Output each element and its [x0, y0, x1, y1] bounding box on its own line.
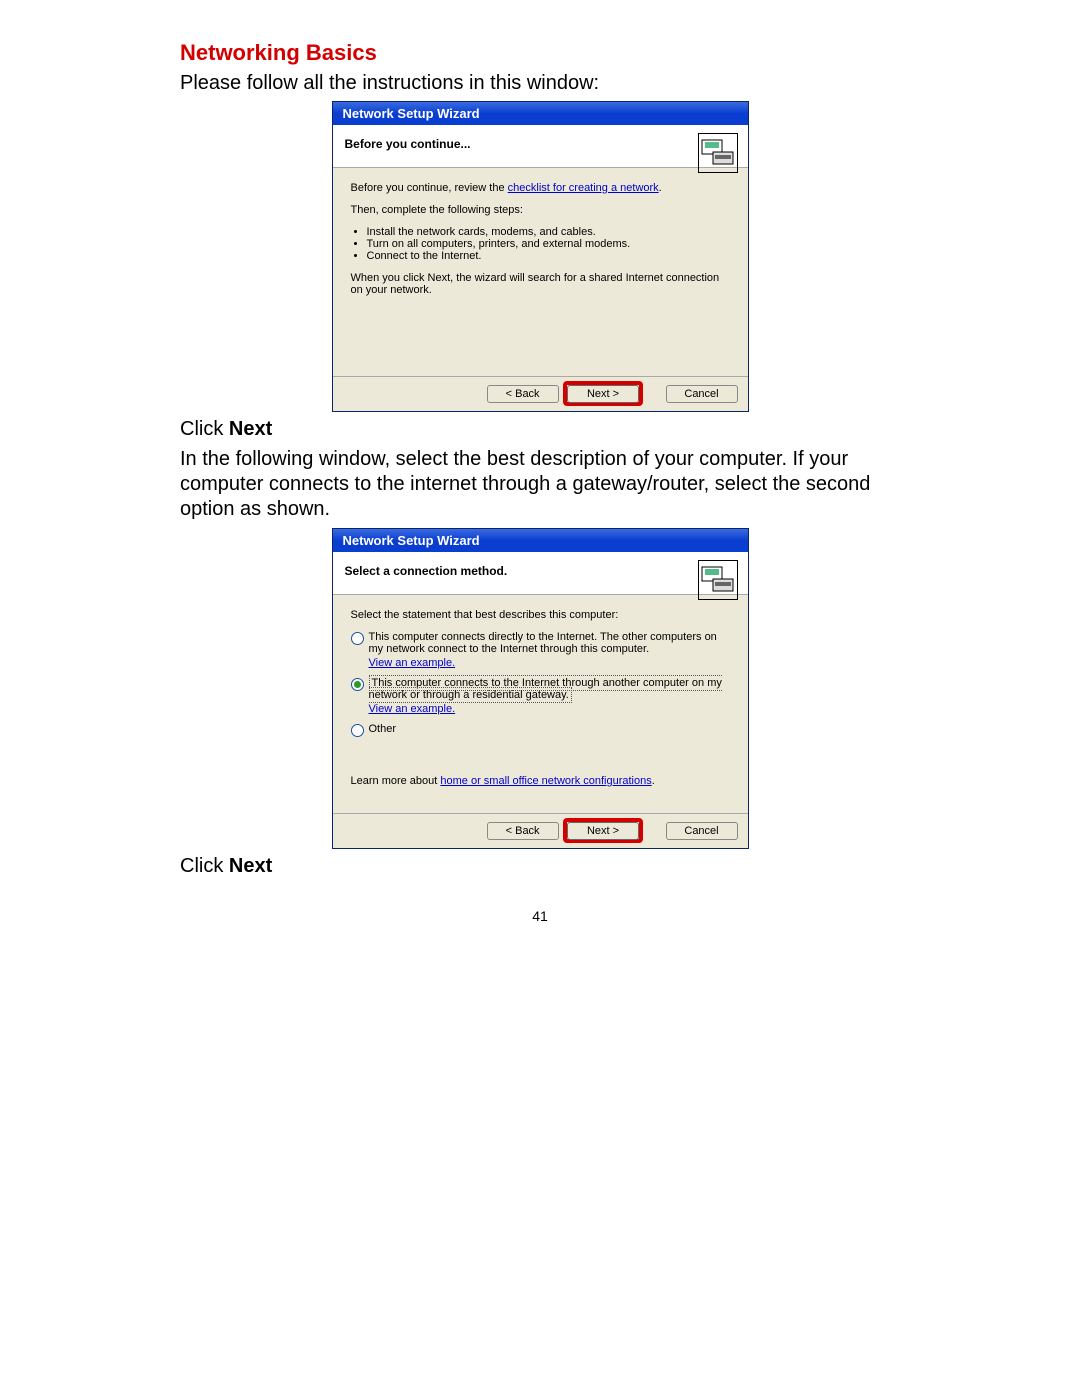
wizard-header-title: Select a connection method.: [345, 564, 508, 578]
review-prefix: Before you continue, review the: [351, 182, 508, 194]
cancel-button[interactable]: Cancel: [666, 385, 738, 403]
list-item: Connect to the Internet.: [367, 250, 730, 262]
next-note: When you click Next, the wizard will sea…: [351, 272, 730, 296]
titlebar: Network Setup Wizard: [333, 102, 748, 125]
document-page: Networking Basics Please follow all the …: [0, 0, 1080, 964]
wizard-header: Select a connection method.: [333, 552, 748, 595]
next-button[interactable]: Next >: [567, 385, 639, 403]
click-next-prefix: Click: [180, 855, 229, 877]
view-example-link[interactable]: View an example.: [369, 703, 730, 715]
next-button-highlight: Next >: [563, 818, 643, 843]
radio-label: Other: [369, 723, 397, 735]
intro-text: Please follow all the instructions in th…: [180, 72, 900, 95]
printer-network-icon: [698, 133, 738, 173]
section-title: Networking Basics: [180, 40, 900, 66]
wizard-header-title: Before you continue...: [345, 137, 471, 151]
radio-option-gateway[interactable]: This computer connects to the Internet t…: [351, 677, 730, 701]
description-block: In the following window, select the best…: [180, 447, 900, 522]
page-number: 41: [180, 908, 900, 924]
radio-option-other[interactable]: Other: [351, 723, 730, 735]
learn-suffix: .: [652, 775, 655, 787]
wizard-footer: < Back Next > Cancel: [333, 813, 748, 848]
click-next-bold: Next: [229, 418, 272, 440]
view-example-link[interactable]: View an example.: [369, 657, 730, 669]
next-button-highlight: Next >: [563, 381, 643, 406]
wizard-footer: < Back Next > Cancel: [333, 376, 748, 411]
learn-prefix: Learn more about: [351, 775, 441, 787]
click-next-2: Click Next: [180, 855, 900, 878]
wizard-header: Before you continue...: [333, 125, 748, 168]
select-statement: Select the statement that best describes…: [351, 609, 730, 621]
list-item: Install the network cards, modems, and c…: [367, 226, 730, 238]
then-line: Then, complete the following steps:: [351, 204, 730, 216]
wizard-content: Select the statement that best describes…: [333, 595, 748, 813]
cancel-button[interactable]: Cancel: [666, 822, 738, 840]
opt2-text-2: a residential gateway.: [463, 689, 569, 701]
list-item: Turn on all computers, printers, and ext…: [367, 238, 730, 250]
wizard-content: Before you continue, review the checklis…: [333, 168, 748, 376]
radio-option-direct[interactable]: This computer connects directly to the I…: [351, 631, 730, 655]
wizard-window-2: Network Setup Wizard Select a connection…: [332, 528, 749, 849]
back-button[interactable]: < Back: [487, 385, 559, 403]
back-button[interactable]: < Back: [487, 822, 559, 840]
wizard-window-1: Network Setup Wizard Before you continue…: [332, 101, 749, 412]
radio-label-focused: This computer connects to the Internet t…: [369, 675, 722, 703]
radio-icon: [351, 632, 364, 645]
learn-more-link[interactable]: home or small office network configurati…: [440, 775, 651, 787]
printer-network-icon: [698, 560, 738, 600]
review-suffix: .: [659, 182, 662, 194]
steps-list: Install the network cards, modems, and c…: [367, 226, 730, 262]
radio-label: This computer connects directly to the I…: [369, 631, 717, 655]
click-next-1: Click Next: [180, 418, 900, 441]
radio-icon: [351, 724, 364, 737]
click-next-prefix: Click: [180, 418, 229, 440]
click-next-bold: Next: [229, 855, 272, 877]
next-button[interactable]: Next >: [567, 822, 639, 840]
checklist-link[interactable]: checklist for creating a network: [508, 182, 659, 194]
radio-icon-selected: [351, 678, 364, 691]
titlebar: Network Setup Wizard: [333, 529, 748, 552]
